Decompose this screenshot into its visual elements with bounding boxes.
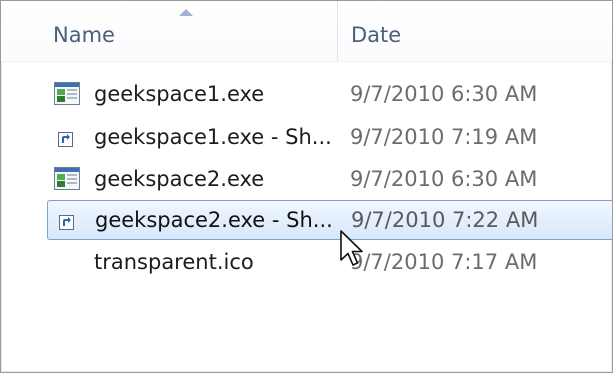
mouse-pointer-icon: [339, 230, 365, 270]
column-header-name-label: Name: [53, 23, 115, 47]
file-name: geekspace1.exe: [94, 82, 265, 106]
file-row[interactable]: geekspace1.exe 9/7/2010 6:30 AM: [47, 75, 612, 115]
shortcut-icon: [55, 208, 81, 232]
file-name: geekspace2.exe - Sh...: [95, 208, 333, 232]
sort-ascending-icon: [179, 9, 193, 16]
file-name: transparent.ico: [94, 250, 254, 274]
file-list-window: Name Date geekspace1.exe 9/7/2010 6:30 A…: [0, 0, 613, 373]
exe-app-icon: [54, 82, 80, 106]
file-name: geekspace1.exe - Sh...: [94, 125, 332, 149]
file-date: 9/7/2010 6:30 AM: [350, 167, 538, 191]
exe-app-icon: [54, 167, 80, 191]
file-row-selected[interactable]: geekspace2.exe - Sh... 9/7/2010 7:22 AM: [47, 200, 612, 240]
column-header-date[interactable]: Date: [338, 1, 612, 61]
file-date: 9/7/2010 7:22 AM: [351, 208, 539, 232]
file-date: 9/7/2010 7:19 AM: [350, 125, 538, 149]
column-header-name[interactable]: Name: [1, 1, 337, 61]
shortcut-icon: [54, 125, 80, 149]
column-header-date-label: Date: [351, 23, 402, 47]
file-row[interactable]: geekspace1.exe - Sh... 9/7/2010 7:19 AM: [47, 118, 612, 158]
column-header-bar: Name Date: [1, 1, 612, 62]
file-row[interactable]: geekspace2.exe 9/7/2010 6:30 AM: [47, 160, 612, 200]
file-name: geekspace2.exe: [94, 167, 265, 191]
file-date: 9/7/2010 6:30 AM: [350, 82, 538, 106]
file-date: 9/7/2010 7:17 AM: [350, 250, 538, 274]
file-row[interactable]: transparent.ico 9/7/2010 7:17 AM: [47, 243, 612, 283]
